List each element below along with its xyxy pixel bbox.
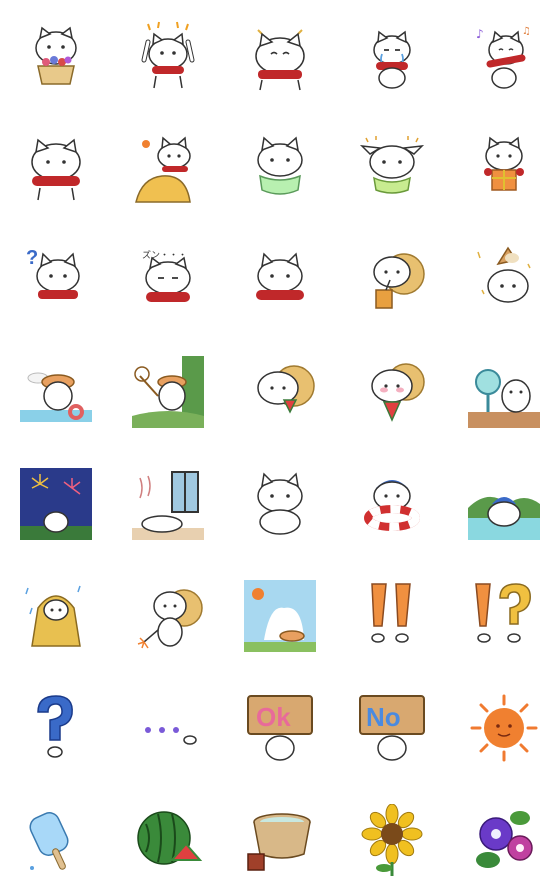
cat-sparkle-ears-icon	[359, 136, 425, 194]
cat-swim-ring-icon	[364, 480, 420, 531]
sticker-cell[interactable]: No	[336, 672, 448, 784]
cat-sitting-icon	[257, 472, 303, 535]
svg-text:?: ?	[26, 247, 38, 269]
sticker-cell[interactable]	[224, 784, 336, 896]
sticker-cell[interactable]	[336, 112, 448, 224]
cat-sparkler-icon	[137, 589, 203, 649]
cat-ice-cream-icon	[477, 246, 531, 303]
sticker-cell[interactable]	[112, 448, 224, 560]
cat-window-heat-icon	[132, 471, 204, 540]
sticker-cell[interactable]	[448, 112, 560, 224]
sticker-cell[interactable]	[336, 336, 448, 448]
sun-face-icon	[470, 694, 538, 762]
sticker-cell[interactable]	[224, 448, 336, 560]
sticker-cell[interactable]	[336, 784, 448, 896]
svg-text:♫: ♫	[522, 26, 531, 37]
sticker-cell[interactable]	[0, 672, 112, 784]
sticker-cell[interactable]	[0, 112, 112, 224]
sticker-cell[interactable]: ?	[0, 224, 112, 336]
cat-cheer-icon	[141, 21, 195, 89]
sticker-cell[interactable]	[336, 224, 448, 336]
cat-watermelon-hat-icon	[257, 365, 315, 414]
sticker-cell[interactable]	[224, 224, 336, 336]
sticker-cell[interactable]	[0, 0, 112, 112]
morning-glory-icon	[476, 811, 533, 868]
watermelon-icon	[137, 811, 203, 865]
sticker-cell[interactable]	[0, 336, 112, 448]
sticker-cell[interactable]	[112, 336, 224, 448]
summer-sky-icon	[244, 580, 316, 652]
cat-fan-icon	[468, 369, 540, 428]
sunflower-icon	[361, 804, 423, 876]
sticker-cell[interactable]	[448, 448, 560, 560]
sticker-cell[interactable]	[224, 560, 336, 672]
sticker-cell[interactable]	[0, 448, 112, 560]
no-sign-icon: No	[359, 695, 425, 761]
cat-scarf-icon	[31, 138, 81, 201]
wooden-tub-icon	[247, 813, 311, 871]
sticker-cell[interactable]	[448, 672, 560, 784]
sticker-cell[interactable]	[112, 672, 224, 784]
sticker-cell[interactable]	[448, 784, 560, 896]
cat-fireworks-icon	[20, 468, 92, 540]
cat-onsen-icon	[468, 496, 540, 540]
cat-bug-net-icon	[132, 356, 204, 428]
cat-question-icon: ?	[26, 247, 80, 299]
cat-raincoat-icon	[25, 585, 81, 647]
ok-sign-icon: Ok	[247, 695, 313, 761]
sticker-grid: ♪ ♫ ? ズン・・・ Ok No	[0, 0, 560, 896]
sticker-cell[interactable]	[0, 784, 112, 896]
sticker-cell[interactable]	[224, 0, 336, 112]
cat-beach-hat-icon	[20, 372, 92, 422]
sticker-cell[interactable]	[448, 224, 560, 336]
sticker-cell[interactable]	[0, 560, 112, 672]
cat-happy-sparkle-icon	[255, 29, 305, 91]
sticker-cell[interactable]	[336, 448, 448, 560]
cat-gift-icon	[484, 136, 524, 191]
svg-text:Ok: Ok	[256, 702, 291, 732]
svg-text:♪: ♪	[476, 27, 484, 41]
sticker-cell[interactable]	[448, 560, 560, 672]
sticker-cell[interactable]	[112, 784, 224, 896]
exclamation-double-icon	[371, 583, 411, 643]
sticker-cell[interactable]	[112, 560, 224, 672]
sticker-cell[interactable]	[336, 0, 448, 112]
sticker-cell[interactable]: ズン・・・	[112, 224, 224, 336]
sticker-cell[interactable]	[224, 112, 336, 224]
sticker-cell[interactable]: Ok	[224, 672, 336, 784]
cat-scarf-2-icon	[256, 252, 304, 300]
cat-flower-basket-icon	[35, 26, 77, 85]
ellipsis-dots-icon	[145, 727, 197, 745]
cat-green-collar-icon	[257, 136, 303, 195]
question-mark-icon	[37, 695, 73, 758]
popsicle-icon	[29, 812, 69, 870]
svg-text:ズン・・・: ズン・・・	[142, 249, 187, 261]
cat-on-rock-icon	[135, 136, 191, 203]
sticker-cell[interactable]	[224, 336, 336, 448]
exclamation-question-icon	[475, 583, 531, 643]
cat-watermelon-icon	[371, 363, 425, 422]
sticker-cell[interactable]: ♪ ♫	[448, 0, 560, 112]
sticker-cell[interactable]	[112, 0, 224, 112]
sticker-cell[interactable]	[336, 560, 448, 672]
cat-singing-icon: ♪ ♫	[476, 26, 531, 89]
sticker-cell[interactable]	[112, 112, 224, 224]
svg-text:No: No	[366, 702, 401, 732]
sticker-cell[interactable]	[448, 336, 560, 448]
cat-sulking-icon: ズン・・・	[142, 249, 191, 302]
cat-drink-icon	[373, 253, 425, 309]
cat-tears-icon	[373, 30, 411, 89]
